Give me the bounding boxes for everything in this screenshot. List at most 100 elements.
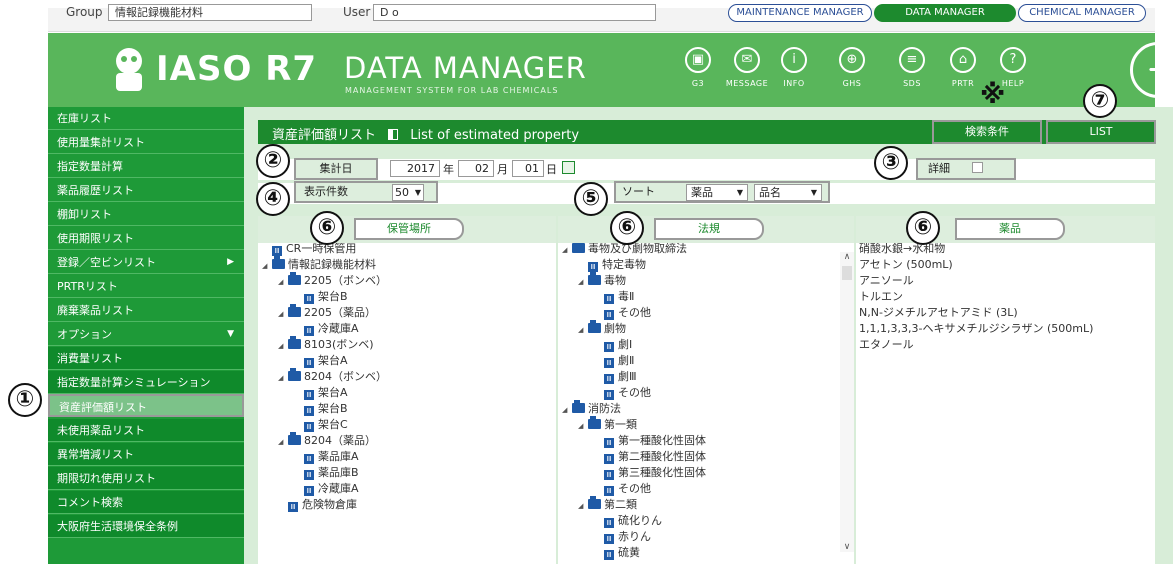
year-input[interactable]: 2017 (390, 160, 440, 177)
expand-icon[interactable]: ◢ (278, 434, 288, 450)
tree-node[interactable]: Ⅲ 硫化りん (604, 513, 662, 529)
tree-node[interactable]: ◢ 8204（薬品） (278, 432, 376, 450)
maintenance-manager-tab[interactable]: MAINTENANCE MANAGER (728, 4, 872, 22)
tree-node[interactable]: Ⅲ 第三種酸化性固体 (604, 465, 706, 481)
tree-node[interactable]: Ⅲ 第二種酸化性固体 (604, 449, 706, 465)
tree-node[interactable]: Ⅲ 毒Ⅱ (604, 289, 634, 305)
sidebar-item-unused[interactable]: 未使用薬品リスト (48, 419, 244, 442)
sidebar-item-history[interactable]: 薬品履歴リスト (48, 179, 244, 202)
sidebar-item-property-valuation[interactable]: 資産評価額リスト (48, 394, 244, 417)
expand-icon[interactable]: ◢ (278, 306, 288, 322)
g3-button[interactable]: ▣ G3 (674, 47, 722, 88)
sort-select-1[interactable]: 薬品 ▼ (686, 184, 748, 201)
ghs-button[interactable]: ⊕ GHS (828, 47, 876, 88)
info-button[interactable]: i INFO (770, 47, 818, 88)
tree-node[interactable]: Ⅲ 薬品庫A (304, 449, 359, 465)
chemical-button[interactable]: 薬品 (955, 218, 1065, 240)
tree-node[interactable]: Ⅲ その他 (604, 305, 651, 321)
detail-checkbox[interactable] (971, 162, 983, 173)
tree-node[interactable]: Ⅲ その他 (604, 385, 651, 401)
tree-node[interactable]: Ⅲ 劇Ⅱ (604, 353, 634, 369)
sidebar-item-expired-use[interactable]: 期限切れ使用リスト (48, 467, 244, 490)
list-button[interactable]: LIST (1046, 120, 1156, 144)
expand-icon[interactable]: ◢ (562, 402, 572, 418)
logout-button[interactable]: ➜ (1130, 42, 1173, 98)
tree-node[interactable]: Ⅲ 架台B (304, 401, 348, 417)
tree-node[interactable]: ◢ 毒物及び劇物取締法 (562, 243, 687, 257)
scroll-thumb[interactable] (842, 266, 852, 280)
tree-node[interactable]: Ⅲ 危険物倉庫 (288, 497, 357, 513)
chemical-item[interactable]: アセトン (500mL) (859, 257, 953, 273)
sort-select-2[interactable]: 品名 ▼ (754, 184, 822, 201)
search-conditions-button[interactable]: 検索条件 (932, 120, 1042, 144)
scroll-up-icon[interactable]: ∧ (840, 252, 854, 262)
expand-icon[interactable]: ◢ (562, 243, 572, 258)
tree-node[interactable]: ◢ 第二類 (578, 496, 637, 514)
group-field[interactable]: 情報記録機能材料 (108, 4, 312, 21)
tree-node[interactable]: ◢ 2205（薬品） (278, 304, 376, 322)
tree-node[interactable]: ◢ 8204（ボンベ） (278, 368, 387, 386)
chemical-item[interactable]: エタノール (859, 337, 914, 353)
sidebar-item-expiry[interactable]: 使用期限リスト (48, 227, 244, 250)
message-button[interactable]: ✉ MESSAGE (723, 47, 771, 88)
location-button[interactable]: 保管場所 (354, 218, 464, 240)
tree-node[interactable]: Ⅲ 冷蔵庫A (304, 481, 359, 497)
tree-node[interactable]: ◢ 毒物 (578, 272, 626, 290)
tree-node[interactable]: Ⅲ 冷蔵庫A (304, 321, 359, 337)
tree-node[interactable]: ◢ 情報記録機能材料 (262, 256, 376, 274)
calendar-icon[interactable] (562, 161, 575, 174)
expand-icon[interactable]: ◢ (578, 322, 588, 338)
tree-node[interactable]: ◢ 消防法 (562, 400, 621, 418)
user-field[interactable]: D o (373, 4, 656, 21)
sidebar-item-registration[interactable]: 登録／空ビンリスト ▶ (48, 251, 244, 274)
tree-node[interactable]: Ⅲ 劇Ⅰ (604, 337, 632, 353)
tree-node[interactable]: Ⅲ 架台B (304, 289, 348, 305)
detail-toggle[interactable]: 詳細 (916, 158, 1016, 180)
sidebar-item-stocktake[interactable]: 棚卸リスト (48, 203, 244, 226)
tree-node[interactable]: Ⅲ 劇Ⅲ (604, 369, 637, 385)
data-manager-tab[interactable]: DATA MANAGER (874, 4, 1016, 22)
expand-icon[interactable]: ◢ (578, 498, 588, 514)
scroll-down-icon[interactable]: ∨ (840, 542, 854, 552)
tree-node[interactable]: Ⅲ 第一種酸化性固体 (604, 433, 706, 449)
sidebar-item-consumption[interactable]: 消費量リスト (48, 347, 244, 370)
sidebar-item-quantity-simulation[interactable]: 指定数量計算シミュレーション (48, 371, 244, 394)
expand-icon[interactable]: ◢ (262, 258, 272, 274)
tree-node[interactable]: Ⅲ 薬品庫B (304, 465, 359, 481)
law-tree-scrollbar[interactable]: ∧ ∨ (840, 252, 854, 552)
sidebar-item-abnormal-change[interactable]: 異常増減リスト (48, 443, 244, 466)
sidebar-item-usage-summary[interactable]: 使用量集計リスト (48, 131, 244, 154)
tree-node[interactable]: ◢ 第一類 (578, 416, 637, 434)
expand-icon[interactable]: ◢ (278, 274, 288, 290)
tree-node[interactable]: Ⅲ CR一時保管用 (272, 243, 356, 257)
expand-icon[interactable]: ◢ (578, 274, 588, 290)
tree-node[interactable]: Ⅲ 硫黄 (604, 545, 640, 561)
tree-node[interactable]: Ⅲ 特定毒物 (588, 257, 646, 273)
sidebar-item-osaka-ordinance[interactable]: 大阪府生活環境保全条例 (48, 515, 244, 538)
tree-node[interactable]: Ⅲ その他 (604, 481, 651, 497)
tree-node[interactable]: ◢ 劇物 (578, 320, 626, 338)
chemical-item[interactable]: アニソール (859, 273, 914, 289)
sds-button[interactable]: ≡ SDS (888, 47, 936, 88)
month-input[interactable]: 02 (458, 160, 494, 177)
sidebar-item-disposal[interactable]: 廃棄薬品リスト (48, 299, 244, 322)
chemical-item[interactable]: N,N-ジメチルアセトアミド (3L) (859, 305, 1018, 321)
sidebar-item-designated-quantity[interactable]: 指定数量計算 (48, 155, 244, 178)
tree-node[interactable]: Ⅲ 架台C (304, 417, 348, 433)
tree-node[interactable]: ◢ 8103(ボンベ) (278, 336, 374, 354)
tree-node[interactable]: Ⅲ 架台A (304, 385, 348, 401)
law-button[interactable]: 法規 (654, 218, 764, 240)
day-input[interactable]: 01 (512, 160, 544, 177)
tree-node[interactable]: Ⅲ 赤りん (604, 529, 651, 545)
chemical-item[interactable]: 1,1,1,3,3,3-ヘキサメチルジシラザン (500mL) (859, 321, 1093, 337)
count-select[interactable]: 50 ▼ (392, 184, 424, 201)
sidebar-item-options[interactable]: オプション ▼ (48, 323, 244, 346)
tree-node[interactable]: Ⅲ 架台A (304, 353, 348, 369)
sidebar-item-prtr[interactable]: PRTRリスト (48, 275, 244, 298)
chemical-item[interactable]: トルエン (859, 289, 903, 305)
chemical-item[interactable]: 硝酸水銀→水和物 (859, 243, 945, 257)
expand-icon[interactable]: ◢ (278, 338, 288, 354)
expand-icon[interactable]: ◢ (578, 418, 588, 434)
tree-node[interactable]: ◢ 2205（ボンベ） (278, 272, 387, 290)
expand-icon[interactable]: ◢ (278, 370, 288, 386)
